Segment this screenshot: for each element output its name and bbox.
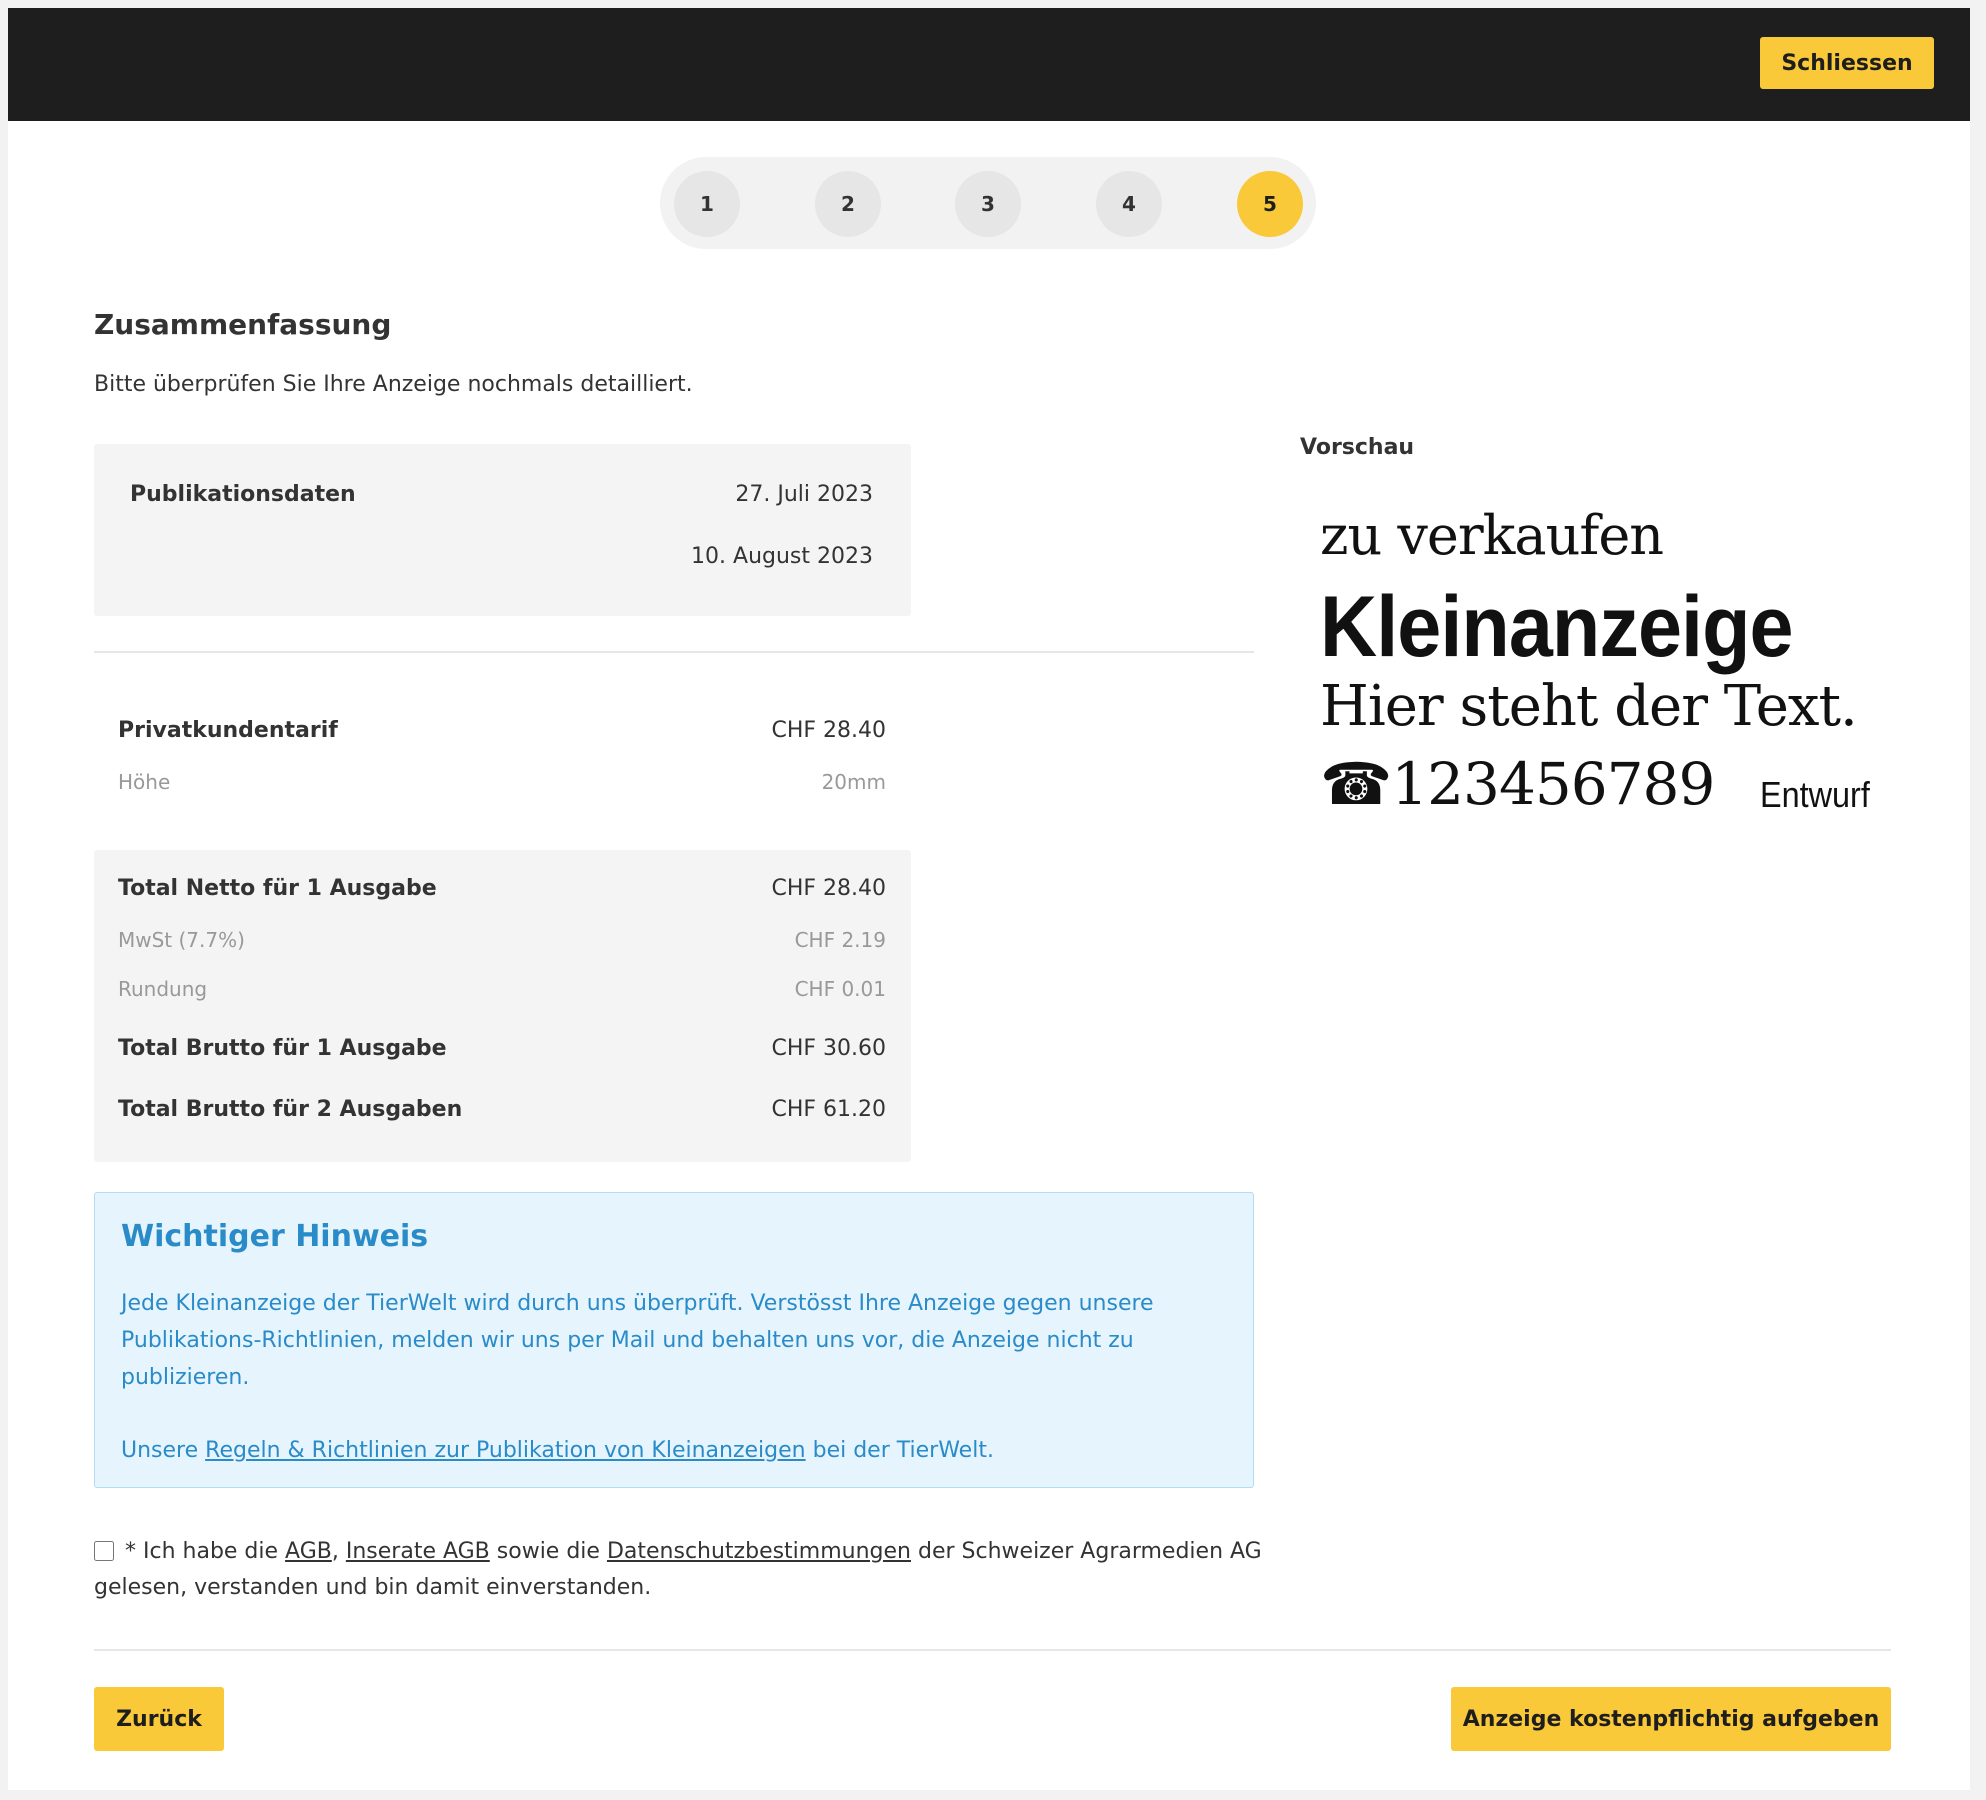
rounding-value: CHF 0.01 (794, 977, 886, 1001)
preview-line-1: zu verkaufen (1320, 504, 1664, 567)
preview-phone-line: ☎123456789 (1320, 750, 1715, 818)
publication-label: Publikationsdaten (130, 482, 356, 507)
tariff-value: CHF 28.40 (771, 718, 886, 743)
net-total-value: CHF 28.40 (771, 876, 886, 901)
publication-dates-box: Publikationsdaten 27. Juli 2023 10. Augu… (94, 444, 911, 616)
notice-text: Jede Kleinanzeige der TierWelt wird durc… (121, 1291, 1154, 1390)
notice-prefix: Unsere (121, 1438, 199, 1463)
net-total-label: Total Netto für 1 Ausgabe (118, 876, 437, 901)
gross-1-row: Total Brutto für 1 Ausgabe CHF 30.60 (118, 1036, 886, 1061)
agb-link[interactable]: AGB (285, 1539, 332, 1564)
rounding-label: Rundung (118, 977, 208, 1001)
publication-date-1: 27. Juli 2023 (735, 482, 873, 507)
publication-date-2: 10. August 2023 (691, 544, 873, 569)
intro-text: Bitte überprüfen Sie Ihre Anzeige nochma… (94, 372, 693, 397)
divider (94, 651, 1254, 653)
height-row: Höhe 20mm (118, 770, 886, 794)
vat-value: CHF 2.19 (794, 928, 886, 952)
consent-comma: , (331, 1539, 339, 1564)
preview-line-3: Hier steht der Text. (1320, 674, 1858, 739)
net-total-row: Total Netto für 1 Ausgabe CHF 28.40 (118, 876, 886, 901)
height-value: 20mm (821, 770, 886, 794)
step-1[interactable]: 1 (674, 171, 740, 237)
notice-title: Wichtiger Hinweis (121, 1219, 429, 1254)
gross-2-label: Total Brutto für 2 Ausgaben (118, 1097, 463, 1122)
gross-1-value: CHF 30.60 (771, 1036, 886, 1061)
tariff-label: Privatkundentarif (118, 718, 338, 743)
vat-row: MwSt (7.7%) CHF 2.19 (118, 928, 886, 952)
step-2[interactable]: 2 (815, 171, 881, 237)
step-4[interactable]: 4 (1096, 171, 1162, 237)
rules-link[interactable]: Regeln & Richtlinien zur Publikation von… (205, 1438, 805, 1463)
step-3[interactable]: 3 (955, 171, 1021, 237)
step-indicator: 1 2 3 4 5 (660, 157, 1316, 249)
phone-icon: ☎ (1320, 750, 1392, 818)
gross-2-value: CHF 61.20 (771, 1097, 886, 1122)
preview-headline: Kleinanzeige (1320, 579, 1794, 675)
rounding-row: Rundung CHF 0.01 (118, 977, 886, 1001)
back-button[interactable]: Zurück (94, 1687, 224, 1751)
consent-text-2: sowie die (496, 1539, 600, 1564)
consent-checkbox[interactable] (94, 1541, 114, 1561)
footer-divider (94, 1649, 1891, 1651)
app-frame: Schliessen 1 2 3 4 5 Zusammenfassung Bit… (8, 8, 1970, 1790)
preview-draft-label: Entwurf (1760, 774, 1870, 815)
inserate-agb-link[interactable]: Inserate AGB (346, 1539, 490, 1564)
consent-row: * Ich habe die AGB, Inserate AGB sowie d… (94, 1534, 1264, 1606)
gross-1-label: Total Brutto für 1 Ausgabe (118, 1036, 447, 1061)
tariff-row: Privatkundentarif CHF 28.40 (118, 718, 886, 743)
height-label: Höhe (118, 770, 171, 794)
top-bar: Schliessen (8, 8, 1970, 121)
vat-label: MwSt (7.7%) (118, 928, 245, 952)
close-button[interactable]: Schliessen (1760, 37, 1934, 89)
notice-suffix: bei der TierWelt. (812, 1438, 994, 1463)
step-5-active[interactable]: 5 (1237, 171, 1303, 237)
notice-rules-line: Unsere Regeln & Richtlinien zur Publikat… (121, 1438, 994, 1463)
submit-ad-button[interactable]: Anzeige kostenpflichtig aufgeben (1451, 1687, 1891, 1751)
privacy-link[interactable]: Datenschutzbestimmungen (607, 1539, 911, 1564)
page-title: Zusammenfassung (94, 308, 392, 341)
gross-2-row: Total Brutto für 2 Ausgaben CHF 61.20 (118, 1097, 886, 1122)
preview-label: Vorschau (1300, 435, 1415, 460)
consent-text-1: * Ich habe die (125, 1539, 279, 1564)
important-notice: Wichtiger Hinweis Jede Kleinanzeige der … (94, 1192, 1254, 1488)
preview-phone: 123456789 (1391, 750, 1715, 818)
